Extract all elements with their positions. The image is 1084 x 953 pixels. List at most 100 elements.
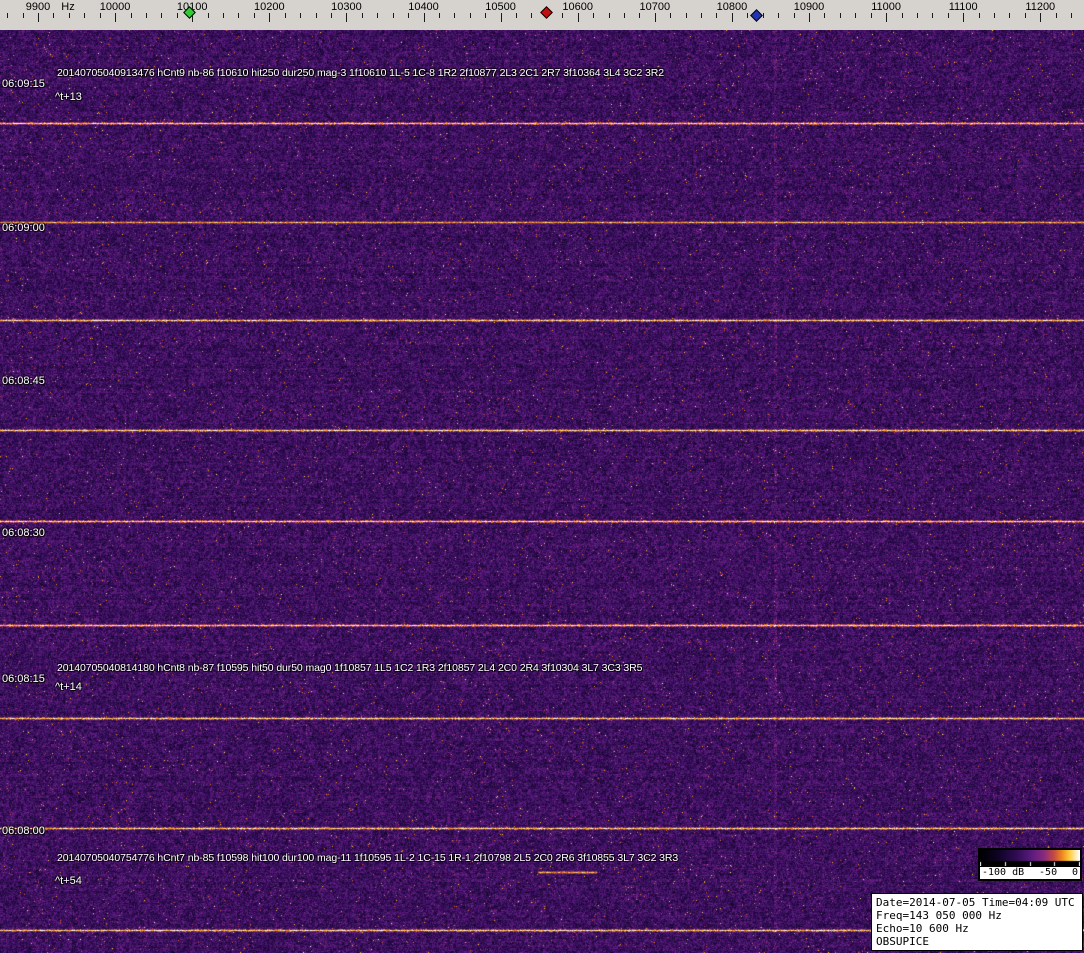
color-scale-labels: -100 dB -50 0 xyxy=(980,867,1080,879)
major-tick xyxy=(269,13,270,22)
major-tick xyxy=(578,13,579,22)
info-echo-frequency: Echo=10 600 Hz xyxy=(876,922,1078,935)
minor-tick xyxy=(316,13,317,18)
spectrogram-canvas[interactable] xyxy=(0,30,1084,953)
minor-tick xyxy=(1025,13,1026,18)
minor-tick xyxy=(562,13,563,18)
minor-tick xyxy=(300,13,301,18)
freq-tick-label: 10000 xyxy=(100,1,131,13)
minor-tick xyxy=(238,13,239,18)
minor-tick xyxy=(778,13,779,18)
time-label: 06:08:30 xyxy=(2,527,45,539)
detection-time-offset: ^t+13 xyxy=(55,91,82,103)
time-label: 06:08:15 xyxy=(2,673,45,685)
color-scale-gradient xyxy=(980,850,1080,866)
minor-tick xyxy=(516,13,517,18)
red-diamond-marker[interactable] xyxy=(540,6,553,19)
freq-tick-label: 10900 xyxy=(794,1,825,13)
minor-tick xyxy=(824,13,825,18)
time-label: 06:09:00 xyxy=(2,222,45,234)
minor-tick xyxy=(470,13,471,18)
major-tick xyxy=(809,13,810,22)
detection-time-offset: ^t+14 xyxy=(55,681,82,693)
minor-tick xyxy=(285,13,286,18)
minor-tick xyxy=(53,13,54,18)
freq-tick-label: 10300 xyxy=(331,1,362,13)
time-label: 06:09:15 xyxy=(2,78,45,90)
minor-tick xyxy=(331,13,332,18)
minor-tick xyxy=(100,13,101,18)
minor-tick xyxy=(624,13,625,18)
freq-tick-label: 11000 xyxy=(871,1,901,13)
major-tick xyxy=(424,13,425,22)
minor-tick xyxy=(1009,13,1010,18)
freq-unit-label: Hz xyxy=(61,1,74,13)
minor-tick xyxy=(871,13,872,18)
waterfall-display: 06:09:15 06:09:00 06:08:45 06:08:30 06:08:15… xyxy=(0,30,1084,953)
minor-tick xyxy=(855,13,856,18)
minor-tick xyxy=(1071,13,1072,18)
major-tick xyxy=(115,13,116,22)
freq-tick-label: 10200 xyxy=(254,1,285,13)
minor-tick xyxy=(131,13,132,18)
major-tick xyxy=(732,13,733,22)
minor-tick xyxy=(161,13,162,18)
minor-tick xyxy=(701,13,702,18)
minor-tick xyxy=(254,13,255,18)
frequency-ruler[interactable]: 9900 10000 10100 10200 10300 10400 10500 10600 1… xyxy=(0,0,1084,30)
minor-tick xyxy=(177,13,178,18)
time-label: 06:08:45 xyxy=(2,375,45,387)
major-tick xyxy=(501,13,502,22)
minor-tick xyxy=(639,13,640,18)
minor-tick xyxy=(917,13,918,18)
minor-tick xyxy=(609,13,610,18)
minor-tick xyxy=(716,13,717,18)
minor-tick xyxy=(902,13,903,18)
freq-tick-label: 11200 xyxy=(1025,1,1055,13)
minor-tick xyxy=(763,13,764,18)
freq-tick-label: 10600 xyxy=(562,1,593,13)
info-date-time: Date=2014-07-05 Time=04:09 UTC xyxy=(876,896,1078,909)
freq-tick-label: 10800 xyxy=(717,1,748,13)
major-tick xyxy=(1040,13,1041,22)
freq-tick-label: 10500 xyxy=(485,1,516,13)
minor-tick xyxy=(223,13,224,18)
major-tick xyxy=(655,13,656,22)
minor-tick xyxy=(593,13,594,18)
major-tick xyxy=(886,13,887,22)
minor-tick xyxy=(794,13,795,18)
minor-tick xyxy=(362,13,363,18)
minor-tick xyxy=(485,13,486,18)
minor-tick xyxy=(439,13,440,18)
minor-tick xyxy=(377,13,378,18)
detection-annotation: 20140705040754776 hCnt7 nb-85 f10598 hit… xyxy=(57,852,678,864)
info-frequency: Freq=143 050 000 Hz xyxy=(876,909,1078,922)
minor-tick xyxy=(1056,13,1057,18)
freq-tick-label: 10700 xyxy=(640,1,671,13)
minor-tick xyxy=(7,13,8,18)
colorbar-mid-label: -50 xyxy=(1039,867,1057,879)
minor-tick xyxy=(670,13,671,18)
detection-annotation: 20140705040814180 hCnt8 nb-87 f10595 hit… xyxy=(57,662,642,674)
color-scale-legend: -100 dB -50 0 xyxy=(978,848,1082,881)
minor-tick xyxy=(146,13,147,18)
minor-tick xyxy=(84,13,85,18)
minor-tick xyxy=(393,13,394,18)
blue-diamond-marker[interactable] xyxy=(750,9,763,22)
meteor-echo-spectrogram-app: 9900 10000 10100 10200 10300 10400 10500 10600 1… xyxy=(0,0,1084,953)
minor-tick xyxy=(69,13,70,18)
minor-tick xyxy=(840,13,841,18)
major-tick xyxy=(38,13,39,22)
minor-tick xyxy=(531,13,532,18)
detection-annotation: 20140705040913476 hCnt9 nb-86 f10610 hit… xyxy=(57,67,664,79)
minor-tick xyxy=(23,13,24,18)
minor-tick xyxy=(994,13,995,18)
minor-tick xyxy=(208,13,209,18)
minor-tick xyxy=(454,13,455,18)
freq-tick-label: 9900 xyxy=(26,1,50,13)
detection-time-offset: ^t+54 xyxy=(55,875,82,887)
colorbar-max-label: 0 xyxy=(1072,867,1078,879)
minor-tick xyxy=(408,13,409,18)
freq-tick-label: 10400 xyxy=(408,1,439,13)
time-label: 06:08:00 xyxy=(2,825,45,837)
